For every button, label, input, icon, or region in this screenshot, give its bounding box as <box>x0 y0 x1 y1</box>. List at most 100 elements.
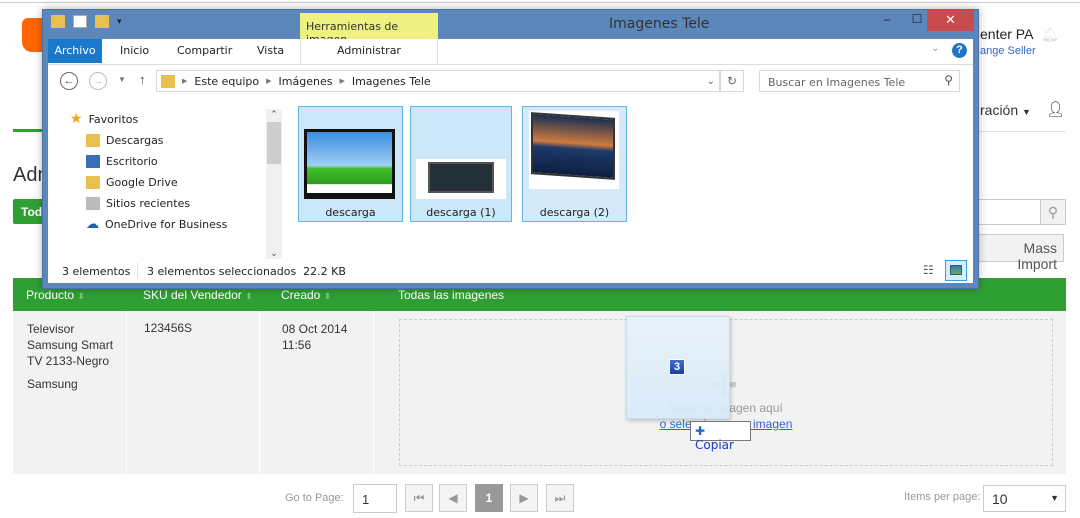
breadcrumb-item[interactable]: Imágenes <box>279 75 333 88</box>
header-label: Creado <box>281 288 321 302</box>
file-thumbnail[interactable]: descarga <box>298 106 403 222</box>
search-icon: ⚲ <box>1047 204 1059 220</box>
tab-archivo[interactable]: Archivo <box>48 39 102 63</box>
items-per-page-value: 10 <box>992 491 1008 507</box>
nav-favorites[interactable]: ★ Favoritos <box>70 109 138 129</box>
details-view-button[interactable]: ☷ <box>923 263 934 277</box>
close-button[interactable]: ✕ <box>927 10 974 31</box>
image-view-icon <box>950 265 962 275</box>
breadcrumb-item[interactable]: Este equipo <box>194 75 259 88</box>
sort-icon: ⬍ <box>77 291 85 301</box>
search-explorer-input[interactable]: Buscar en Imagenes Tele ⚲ <box>759 70 960 92</box>
tv-image <box>416 159 506 199</box>
recent-locations-dropdown[interactable]: ▼ <box>118 75 126 84</box>
first-page-icon: ⏮︎ <box>413 491 425 505</box>
chevron-right-icon: ▶ <box>182 77 188 85</box>
drag-preview: 3 <box>626 316 730 419</box>
nav-label: Sitios recientes <box>106 196 191 210</box>
context-tab-header: Herramientas de imagen <box>300 13 438 46</box>
scroll-down-icon[interactable]: ⌄ <box>266 248 282 259</box>
tab-vista[interactable]: Vista <box>257 44 284 57</box>
ribbon-expand-icon[interactable]: ⌄ <box>931 43 939 54</box>
seller-name: enter PA <box>980 26 1034 42</box>
file-name: descarga (1) <box>426 206 496 219</box>
items-per-page-label: Items per page: <box>904 491 981 503</box>
page-button-current[interactable]: 1 <box>475 484 503 512</box>
minimize-button[interactable]: ‒ <box>873 12 901 32</box>
status-selected: 3 elementos seleccionados 22.2 KB <box>147 265 346 278</box>
breadcrumb-item[interactable]: Imagenes Tele <box>352 75 431 88</box>
new-folder-icon[interactable] <box>95 15 109 28</box>
items-per-page-select[interactable]: 10 ▼ <box>983 485 1066 512</box>
created-time: 11:56 <box>282 338 312 352</box>
folder-icon[interactable] <box>51 15 65 28</box>
tab-inicio[interactable]: Inicio <box>120 44 149 57</box>
nav-item-google-drive[interactable]: Google Drive <box>86 172 178 192</box>
address-bar[interactable]: ▶ Este equipo ▶ Imágenes ▶ Imagenes Tele… <box>156 70 720 92</box>
refresh-button[interactable]: ↻ <box>720 70 744 92</box>
next-page-button[interactable]: ▶ <box>510 484 538 512</box>
divider <box>126 311 127 474</box>
created-value: 08 Oct 2014 11:56 <box>282 321 347 353</box>
onedrive-cloud-icon: ☁ <box>86 216 99 232</box>
bell-icon[interactable]: 🔔︎ <box>1041 26 1059 43</box>
up-button[interactable]: ↑ <box>139 72 146 87</box>
downloads-folder-icon <box>86 133 100 147</box>
status-size: 22.2 KB <box>303 265 346 278</box>
change-seller-link[interactable]: ange Seller <box>980 45 1036 57</box>
star-icon: ★ <box>70 111 83 127</box>
tab-administrar[interactable]: Administrar <box>300 39 438 64</box>
scrollbar-thumb[interactable] <box>267 122 281 164</box>
product-line: Televisor <box>27 322 75 336</box>
properties-icon[interactable] <box>73 15 87 28</box>
nav-item-escritorio[interactable]: Escritorio <box>86 151 158 171</box>
file-name: descarga (2) <box>539 206 610 219</box>
search-button[interactable]: ⚲ <box>1040 199 1066 225</box>
column-header-created[interactable]: Creado ⬍ <box>281 288 331 302</box>
column-header-sku[interactable]: SKU del Vendedor ⬍ <box>143 288 253 302</box>
chevron-right-icon: ▶ <box>266 77 272 85</box>
table-row: Televisor Samsung Smart TV 2133-Negro Sa… <box>13 311 1066 474</box>
sort-icon: ⬍ <box>245 291 253 301</box>
large-icons-view-button[interactable] <box>945 260 967 281</box>
divider <box>259 311 260 474</box>
divider <box>373 311 374 474</box>
folder-icon <box>161 74 175 88</box>
created-date: 08 Oct 2014 <box>282 322 348 336</box>
search-input[interactable] <box>975 199 1041 225</box>
first-page-button[interactable]: ⏮︎ <box>405 484 433 512</box>
nav-item-onedrive[interactable]: ☁ OneDrive for Business <box>86 214 227 234</box>
sku-value: 123456S <box>144 321 193 335</box>
file-thumbnail[interactable]: descarga (1) <box>410 106 512 222</box>
customize-toolbar-icon[interactable]: ▾ <box>117 16 122 27</box>
column-header-product[interactable]: Producto ⬍ <box>26 288 85 302</box>
prev-page-button[interactable]: ◀ <box>439 484 467 512</box>
explorer-window: ▾ Herramientas de imagen Imagenes Tele ‒… <box>42 9 979 289</box>
goto-page-input[interactable]: 1 <box>353 484 397 513</box>
drag-action-label: Copiar <box>695 438 734 452</box>
google-drive-icon <box>86 175 100 189</box>
nav-menu-configuracion[interactable]: ración ▼ <box>980 102 1031 118</box>
caret-down-icon: ▼ <box>1022 107 1031 117</box>
nav-label: Escritorio <box>106 154 158 168</box>
file-thumbnail[interactable]: descarga (2) <box>522 106 627 222</box>
scroll-up-icon[interactable]: ⌃ <box>266 109 282 120</box>
nav-item-sitios-recientes[interactable]: Sitios recientes <box>86 193 190 213</box>
nav-scrollbar[interactable]: ⌃ ⌄ <box>266 109 282 259</box>
header-label: SKU del Vendedor <box>143 288 242 302</box>
mass-import-button[interactable]: Mass Import <box>975 234 1064 272</box>
tab-compartir[interactable]: Compartir <box>177 44 232 57</box>
tv-image <box>529 111 619 189</box>
status-selected-text: 3 elementos seleccionados <box>147 265 297 278</box>
nav-label: Google Drive <box>106 175 178 189</box>
last-page-button[interactable]: ⏭︎ <box>546 484 574 512</box>
help-icon[interactable]: ? <box>952 43 967 58</box>
file-name: descarga <box>325 206 376 219</box>
sort-icon: ⬍ <box>323 291 332 301</box>
back-button[interactable]: ← <box>60 72 78 90</box>
address-dropdown-icon[interactable]: ⌄ <box>707 76 715 87</box>
nav-item-descargas[interactable]: Descargas <box>86 130 164 150</box>
forward-button[interactable]: → <box>89 72 107 90</box>
product-name: Televisor Samsung Smart TV 2133-Negro <box>27 321 113 369</box>
user-list-icon[interactable]: 👤︎ <box>1046 100 1065 118</box>
